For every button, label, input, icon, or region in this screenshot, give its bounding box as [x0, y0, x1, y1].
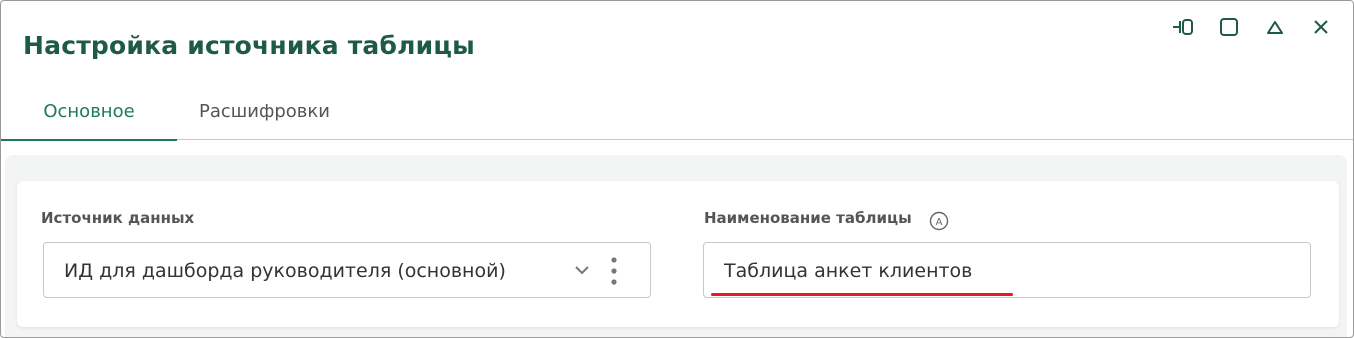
maximize-icon[interactable]	[1217, 15, 1241, 39]
source-label: Источник данных	[41, 209, 195, 227]
window-controls	[1171, 15, 1333, 39]
table-name-input[interactable]: Таблица анкет клиентов	[703, 242, 1311, 298]
dialog-title: Настройка источника таблицы	[23, 31, 475, 60]
info-badge-letter: A	[936, 217, 943, 228]
tab-main[interactable]: Основное	[1, 89, 177, 141]
close-icon[interactable]	[1309, 15, 1333, 39]
table-name-value: Таблица анкет клиентов	[724, 260, 973, 282]
info-badge-icon[interactable]: A	[929, 211, 949, 231]
source-select[interactable]: ИД для дашборда руководителя (основной)	[43, 242, 651, 298]
collapse-icon[interactable]	[1263, 15, 1287, 39]
chevron-down-icon[interactable]	[572, 260, 592, 284]
dialog-window: Настройка источника таблицы Основное Рас…	[0, 0, 1354, 338]
table-name-label: Наименование таблицы	[704, 209, 912, 227]
tab-decodings[interactable]: Расшифровки	[199, 89, 330, 139]
tab-bar: Основное Расшифровки	[1, 89, 1353, 141]
pin-icon[interactable]	[1171, 15, 1195, 39]
more-options-icon[interactable]	[610, 256, 618, 290]
highlight-underline	[711, 293, 1013, 296]
source-value: ИД для дашборда руководителя (основной)	[64, 260, 506, 282]
